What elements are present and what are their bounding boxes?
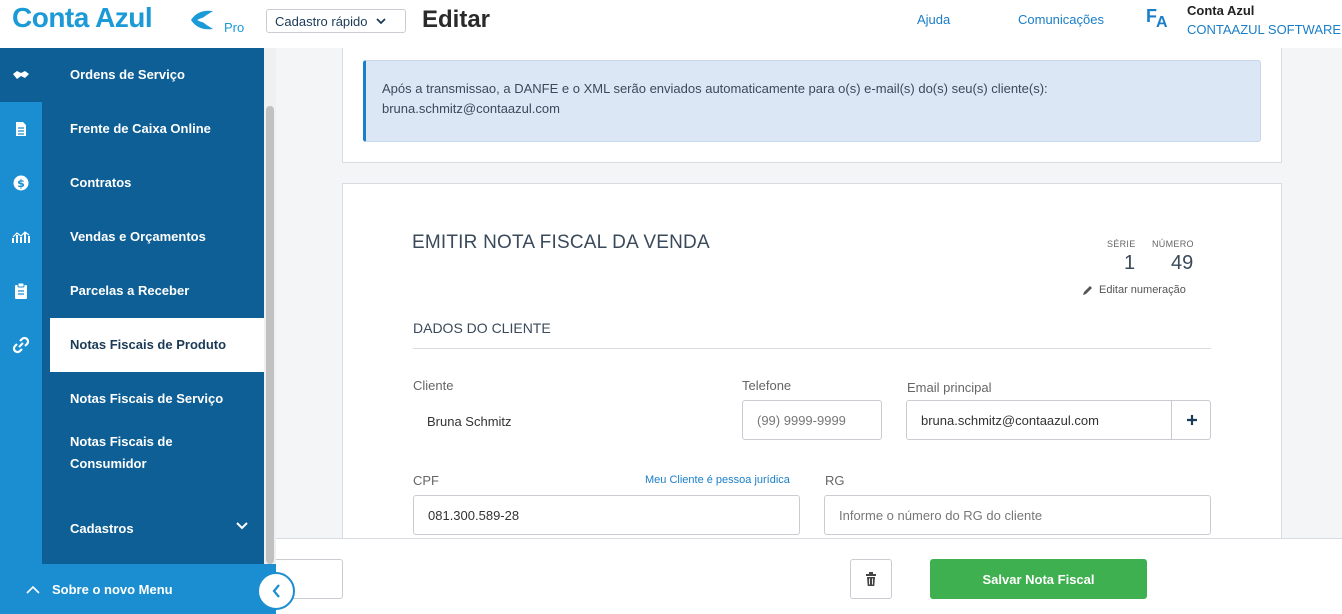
sidebar-icon-finance[interactable]: $ (0, 156, 42, 210)
clipboard-icon (15, 282, 27, 299)
help-link[interactable]: Ajuda (917, 12, 950, 27)
rg-input[interactable]: Informe o número do RG do cliente (824, 495, 1211, 535)
sidebar-menu: Ordens de Serviço Frente de Caixa Online… (42, 48, 264, 564)
sidebar-item-label: Vendas e Orçamentos (70, 229, 206, 244)
sidebar-icon-column: $ (0, 48, 42, 564)
sidebar-item-nf-produto[interactable]: Notas Fiscais de Produto (50, 318, 264, 372)
sidebar-item-label: Notas Fiscais de Serviço (70, 391, 224, 406)
serie-label: SÉRIE (1107, 239, 1136, 249)
plus-icon (1186, 414, 1197, 425)
svg-text:$: $ (17, 177, 25, 190)
top-header: Conta Azul Pro Cadastro rápido Editar Aj… (0, 0, 1342, 48)
sidebar-item-cadastros[interactable]: Cadastros (42, 502, 264, 556)
sidebar-item-label: Notas Fiscais de Produto (70, 337, 227, 352)
numero-value: 49 (1171, 252, 1194, 274)
sidebar-icon-integrations[interactable] (0, 318, 42, 372)
logo-text[interactable]: Conta Azul (12, 2, 153, 34)
serie-value: 1 (1124, 252, 1136, 274)
logo-badge: Pro (224, 20, 245, 35)
sidebar-item-label: Ordens de Serviço (70, 67, 185, 82)
sidebar-icon-sales[interactable] (0, 102, 42, 156)
cpf-value: 081.300.589-28 (428, 507, 520, 523)
form-title: EMITIR NOTA FISCAL DA VENDA (412, 232, 710, 253)
edit-numbering-label: Editar numeração (1099, 284, 1186, 296)
pencil-icon (1083, 286, 1092, 295)
company-name[interactable]: Conta Azul (1187, 3, 1254, 18)
logo-mark-icon (191, 10, 213, 30)
chart-icon (12, 231, 30, 243)
sidebar-item-label: Parcelas a Receber (70, 283, 190, 298)
numero-label: NÚMERO (1152, 239, 1194, 249)
client-label: Cliente (413, 378, 454, 393)
new-menu-info-bar[interactable]: Sobre o novo Menu (0, 564, 276, 614)
email-input[interactable]: bruna.schmitz@contaazul.com (906, 400, 1211, 440)
sidebar-item-contratos[interactable]: Contratos (42, 156, 264, 210)
email-value: bruna.schmitz@contaazul.com (921, 412, 1099, 428)
phone-input[interactable]: (99) 9999-9999 (742, 400, 882, 440)
chevron-down-icon (236, 522, 248, 530)
cpf-input[interactable]: 081.300.589-28 (413, 495, 800, 535)
new-menu-label: Sobre o novo Menu (52, 581, 173, 597)
juridica-link[interactable]: Meu Cliente é pessoa jurídica (645, 474, 790, 486)
chevron-up-icon (26, 585, 40, 594)
cpf-label: CPF (413, 473, 439, 488)
save-invoice-button[interactable]: Salvar Nota Fiscal (930, 559, 1147, 599)
info-email: bruna.schmitz@contaazul.com (382, 101, 560, 116)
link-icon (12, 336, 30, 354)
page-title: Editar (422, 6, 491, 33)
sidebar-icon-tasks[interactable] (0, 264, 42, 318)
document-icon (16, 122, 26, 136)
quick-register-dropdown[interactable]: Cadastro rápido (266, 9, 406, 33)
company-subtitle[interactable]: CONTAAZUL SOFTWARE (1187, 22, 1341, 37)
sidebar-item-label: Cadastros (70, 521, 134, 536)
sidebar-item-nf-servico[interactable]: Notas Fiscais de Serviço (42, 372, 264, 426)
sidebar-item-parcelas-receber[interactable]: Parcelas a Receber (42, 264, 264, 318)
info-message: Após a transmissao, a DANFE e o XML serã… (382, 81, 1048, 96)
avatar[interactable]: F A (1146, 6, 1170, 32)
phone-label: Telefone (742, 378, 792, 393)
add-email-button[interactable] (1171, 400, 1211, 439)
chevron-down-icon (375, 17, 386, 24)
handshake-icon (13, 71, 29, 79)
trash-icon (866, 571, 876, 586)
sidebar-icon-reports[interactable] (0, 210, 42, 264)
sidebar-item-nf-consumidor[interactable]: Notas Fiscais de Consumidor (42, 426, 202, 480)
sidebar-item-ordens-servico[interactable]: Ordens de Serviço (42, 48, 264, 102)
rg-label: RG (825, 473, 845, 488)
delete-button[interactable] (850, 559, 892, 599)
sidebar-icon-services[interactable] (0, 48, 42, 102)
edit-numbering-link[interactable]: Editar numeração (1082, 284, 1186, 296)
section-title-client: DADOS DO CLIENTE (413, 320, 551, 336)
avatar-initial-a: A (1156, 14, 1168, 31)
action-bar (276, 538, 1342, 614)
client-value[interactable]: Bruna Schmitz (427, 414, 512, 429)
sidebar-item-label: Frente de Caixa Online (70, 121, 211, 136)
quick-register-label: Cadastro rápido (275, 13, 368, 29)
info-alert: Após a transmissao, a DANFE e o XML serã… (363, 60, 1261, 142)
sidebar-item-frente-caixa[interactable]: Frente de Caixa Online (42, 102, 264, 156)
sidebar-item-label: Notas Fiscais de Consumidor (70, 434, 173, 471)
sidebar-item-vendas-orcamentos[interactable]: Vendas e Orçamentos (42, 210, 264, 264)
email-label: Email principal (907, 380, 992, 395)
section-divider (413, 348, 1211, 349)
communications-link[interactable]: Comunicações (1018, 12, 1104, 27)
chevron-left-icon (272, 584, 280, 598)
sidebar-item-label: Contratos (70, 175, 132, 190)
dollar-icon: $ (13, 175, 29, 191)
collapse-sidebar-button[interactable] (257, 572, 295, 610)
sidebar-scrollbar-thumb[interactable] (266, 106, 274, 564)
